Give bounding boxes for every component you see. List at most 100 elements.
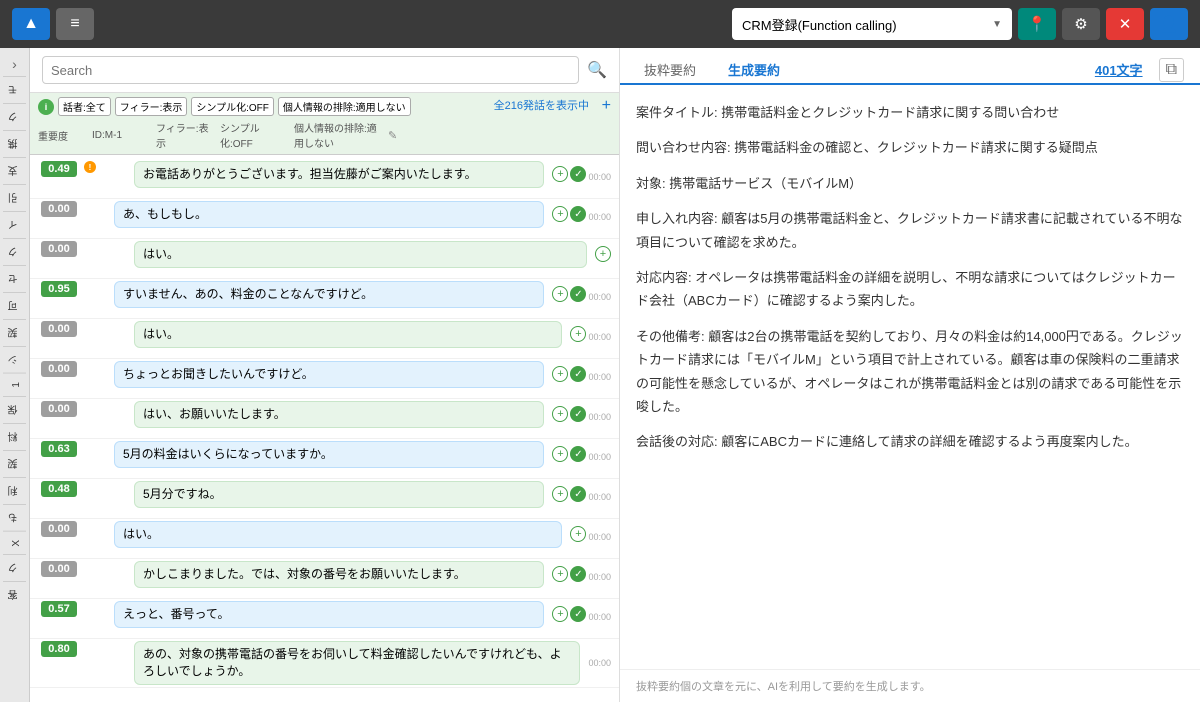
sidebar-tab[interactable]: 可 bbox=[3, 292, 26, 319]
sidebar-tab[interactable]: 利 bbox=[3, 477, 26, 504]
utterance-row: 0.00はい。+00:00 bbox=[30, 519, 619, 559]
sidebar-tab[interactable]: モ bbox=[3, 76, 26, 103]
char-count[interactable]: 401文字 bbox=[1095, 60, 1143, 79]
sidebar-tabs: モク携支引イクセ可契シ1保料契利もXク客 bbox=[3, 76, 26, 608]
sidebar-tab[interactable]: 客 bbox=[3, 581, 26, 608]
utterance-row: 0.00かしこまりました。では、対象の番号をお願いいたします。+✓00:00 bbox=[30, 559, 619, 599]
location-icon: 📍 bbox=[1028, 15, 1047, 33]
sidebar-tab[interactable]: 料 bbox=[3, 423, 26, 450]
utterance-bubble[interactable]: はい。 bbox=[134, 321, 562, 348]
utterance-bubble[interactable]: かしこまりました。では、対象の番号をお願いいたします。 bbox=[134, 561, 544, 588]
utterance-bubble[interactable]: あ、もしもし。 bbox=[114, 201, 544, 228]
tab-generate[interactable]: 生成要約 bbox=[720, 56, 788, 85]
utterance-row: 0.485月分ですね。+✓00:00 bbox=[30, 479, 619, 519]
sidebar-tab[interactable]: ク bbox=[3, 554, 26, 581]
score-badge: 0.00 bbox=[41, 521, 77, 537]
sidebar-expand-icon[interactable]: › bbox=[8, 52, 21, 76]
user-button[interactable]: 👤 bbox=[1150, 8, 1188, 40]
check-circle-icon: ✓ bbox=[570, 366, 586, 382]
sidebar-tab[interactable]: イ bbox=[3, 211, 26, 238]
utterance-bubble-wrap: はい。+00:00 bbox=[114, 321, 615, 348]
sidebar-tab[interactable]: 契 bbox=[3, 450, 26, 477]
sidebar-tab[interactable]: も bbox=[3, 504, 26, 531]
sidebar-tab[interactable]: 支 bbox=[3, 157, 26, 184]
add-utterance-button[interactable]: + bbox=[570, 526, 586, 542]
close-icon: ✕ bbox=[1119, 15, 1132, 33]
sidebar-tab[interactable]: ク bbox=[3, 103, 26, 130]
utterance-score: 0.00 bbox=[34, 321, 84, 337]
add-utterance-button[interactable]: + bbox=[552, 406, 568, 422]
tab-extract[interactable]: 抜粋要約 bbox=[636, 56, 704, 85]
add-utterance-button[interactable]: + bbox=[552, 206, 568, 222]
utterance-bubble-wrap: あ、もしもし。+✓00:00 bbox=[114, 201, 615, 228]
add-utterance-button[interactable]: + bbox=[570, 326, 586, 342]
utterance-list: 0.49!お電話ありがとうございます。担当佐藤がご案内いたします。+✓00:00… bbox=[30, 155, 619, 702]
sidebar-tab[interactable]: 1 bbox=[3, 373, 26, 396]
list-button[interactable]: ≡ bbox=[56, 8, 94, 40]
add-utterance-button[interactable]: + bbox=[552, 606, 568, 622]
add-utterance-button[interactable]: + bbox=[552, 366, 568, 382]
utterance-bubble-wrap: あの、対象の携帯電話の番号をお伺いして料金確認したいんですけれども、よろしいでし… bbox=[114, 641, 615, 685]
timestamp: 00:00 bbox=[588, 492, 611, 502]
add-utterance-button[interactable]: + bbox=[552, 566, 568, 582]
utterance-bubble[interactable]: あの、対象の携帯電話の番号をお伺いして料金確認したいんですけれども、よろしいでし… bbox=[134, 641, 580, 685]
orange-dot-icon: ! bbox=[84, 161, 96, 173]
filter-tag-simple[interactable]: シンプル化:OFF bbox=[191, 97, 273, 116]
left-sidebar: › モク携支引イクセ可契シ1保料契利もXク客 bbox=[0, 48, 30, 702]
sidebar-tab[interactable]: セ bbox=[3, 265, 26, 292]
crm-dropdown-value: CRM登録(Function calling) bbox=[742, 15, 897, 34]
search-icon: 🔍 bbox=[587, 62, 607, 79]
utterance-bubble[interactable]: ちょっとお聞きしたいんですけど。 bbox=[114, 361, 544, 388]
utterance-actions: 00:00 bbox=[584, 656, 615, 670]
add-utterance-button[interactable]: + bbox=[595, 246, 611, 262]
right-tabs-header: 抜粋要約 生成要約 401文字 ⧉ bbox=[620, 48, 1200, 85]
filter-tag-filler[interactable]: フィラー:表示 bbox=[115, 97, 188, 116]
filter-tag-speaker[interactable]: 話者:全て bbox=[58, 97, 111, 116]
timestamp: 00:00 bbox=[588, 292, 611, 302]
chevron-down-icon: ▼ bbox=[992, 19, 1002, 30]
utterance-actions: +✓00:00 bbox=[548, 364, 615, 384]
add-utterance-button[interactable]: + bbox=[552, 446, 568, 462]
timestamp: 00:00 bbox=[588, 412, 611, 422]
sidebar-tab[interactable]: 契 bbox=[3, 319, 26, 346]
show-all-button[interactable]: 全216発話を表示中 bbox=[494, 97, 589, 113]
utterance-bubble[interactable]: はい。 bbox=[134, 241, 587, 268]
utterance-bubble[interactable]: はい、お願いいたします。 bbox=[134, 401, 544, 428]
add-utterance-button[interactable]: + bbox=[552, 166, 568, 182]
sidebar-tab[interactable]: ク bbox=[3, 238, 26, 265]
utterance-score: 0.49 bbox=[34, 161, 84, 177]
timestamp: 00:00 bbox=[588, 372, 611, 382]
close-button[interactable]: ✕ bbox=[1106, 8, 1144, 40]
add-utterance-button[interactable]: + bbox=[552, 486, 568, 502]
location-button[interactable]: 📍 bbox=[1018, 8, 1056, 40]
summary-footer: 抜粋要約個の文章を元に、AIを利用して要約を生成します。 bbox=[620, 669, 1200, 702]
utterance-bubble[interactable]: 5月の料金はいくらになっていますか。 bbox=[114, 441, 544, 468]
settings-button[interactable]: ⚙ bbox=[1062, 8, 1100, 40]
sidebar-tab[interactable]: X bbox=[3, 531, 26, 555]
timestamp: 00:00 bbox=[588, 658, 611, 668]
sidebar-tab[interactable]: 引 bbox=[3, 184, 26, 211]
crm-dropdown[interactable]: CRM登録(Function calling) ▼ bbox=[732, 8, 1012, 40]
sidebar-tab[interactable]: 保 bbox=[3, 396, 26, 423]
filter-badge[interactable]: i bbox=[38, 99, 54, 115]
search-button[interactable]: 🔍 bbox=[587, 60, 607, 80]
sidebar-tab[interactable]: シ bbox=[3, 346, 26, 373]
edit-icon[interactable]: ✎ bbox=[388, 129, 397, 142]
sidebar-tab[interactable]: 携 bbox=[3, 130, 26, 157]
add-utterance-button[interactable]: + bbox=[552, 286, 568, 302]
utterance-row: 0.00はい。+00:00 bbox=[30, 319, 619, 359]
utterance-bubble[interactable]: 5月分ですね。 bbox=[134, 481, 544, 508]
utterance-bubble[interactable]: お電話ありがとうございます。担当佐藤がご案内いたします。 bbox=[134, 161, 544, 188]
add-column-button[interactable]: + bbox=[602, 97, 611, 115]
search-input[interactable] bbox=[42, 56, 579, 84]
timestamp: 00:00 bbox=[588, 172, 611, 182]
timestamp: 00:00 bbox=[588, 572, 611, 582]
score-badge: 0.00 bbox=[41, 401, 77, 417]
upload-button[interactable]: ▲ bbox=[12, 8, 50, 40]
utterance-bubble[interactable]: すいません、あの、料金のことなんですけど。 bbox=[114, 281, 544, 308]
utterance-score: 0.00 bbox=[34, 561, 84, 577]
utterance-bubble[interactable]: えっと、番号って。 bbox=[114, 601, 544, 628]
utterance-bubble[interactable]: はい。 bbox=[114, 521, 562, 548]
copy-button[interactable]: ⧉ bbox=[1159, 58, 1184, 82]
filter-tag-personal[interactable]: 個人情報の排除:適用しない bbox=[278, 97, 411, 116]
